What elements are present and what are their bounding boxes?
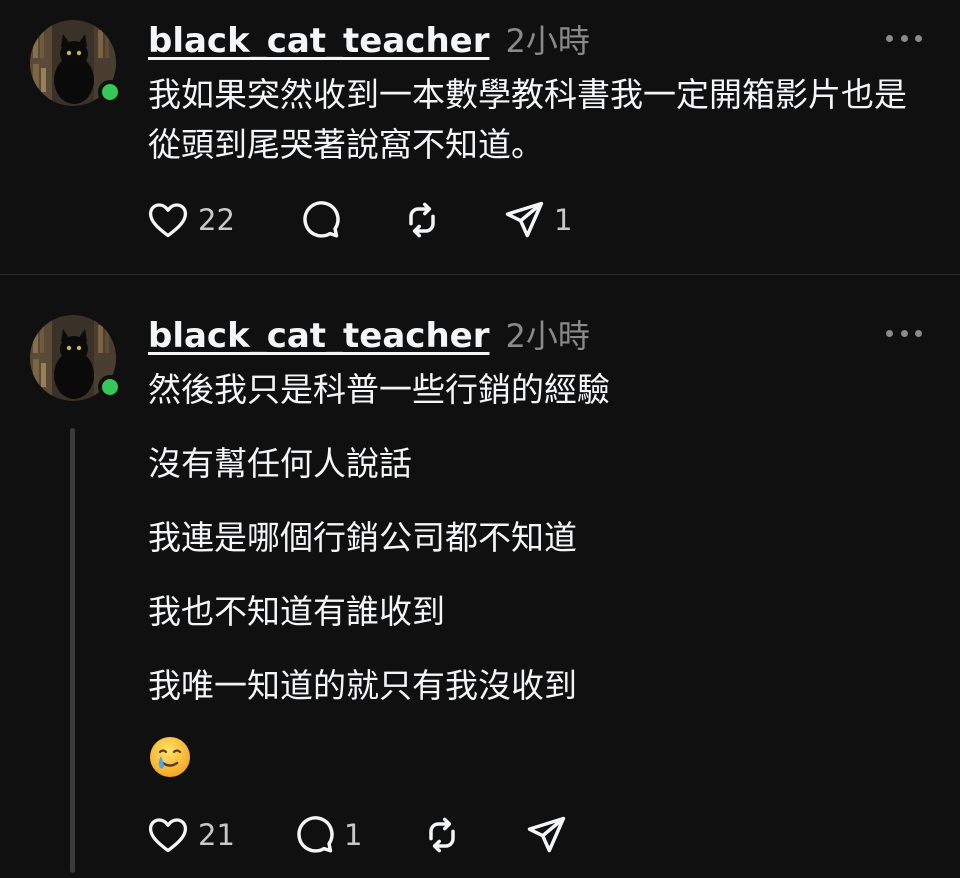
heart-icon (148, 818, 188, 853)
more-icon[interactable] (886, 323, 922, 343)
post-text: 我如果突然收到一本數學教科書我一定開箱影片也是從頭到尾哭著說窩不知道。 (148, 75, 907, 164)
online-status-indicator (98, 375, 122, 399)
timestamp: 2小時 (505, 22, 590, 60)
like-button[interactable]: 22 (146, 198, 298, 242)
repost-icon (409, 202, 435, 238)
more-icon[interactable] (886, 28, 922, 48)
post-text-line: 我連是哪個行銷公司都不知道 (148, 518, 577, 557)
thread-line (70, 428, 75, 873)
post-header: black_cat_teacher 2小時 (148, 16, 590, 61)
repost-button[interactable] (420, 813, 524, 857)
post-body: 我如果突然收到一本數學教科書我一定開箱影片也是從頭到尾哭著說窩不知道。 (148, 70, 928, 194)
comment-count: 1 (344, 818, 363, 852)
comment-button[interactable]: 1 (292, 813, 420, 857)
share-count: 1 (554, 203, 573, 237)
post-text-line: 然後我只是科普一些行銷的經驗 (148, 370, 610, 409)
action-bar: 22 1 (146, 198, 572, 242)
post-text-line: 我也不知道有誰收到 (148, 592, 445, 631)
online-status-indicator (98, 80, 122, 104)
comment-button[interactable] (298, 198, 400, 242)
heart-icon (148, 203, 188, 238)
avatar[interactable] (30, 315, 122, 401)
share-icon (505, 201, 544, 238)
action-bar: 21 1 (146, 813, 568, 857)
share-button[interactable]: 1 (502, 198, 572, 242)
comment-icon (297, 816, 334, 853)
comment-icon (303, 201, 340, 238)
thread-post: black_cat_teacher 2小時 然後我只是科普一些行銷的經驗 沒有幫… (0, 275, 960, 878)
like-count: 21 (198, 818, 235, 852)
post-text-line: 沒有幫任何人說話 (148, 444, 412, 483)
post-header: black_cat_teacher 2小時 (148, 311, 590, 356)
repost-icon (429, 817, 455, 853)
timestamp: 2小時 (505, 317, 590, 355)
share-icon (527, 816, 566, 853)
avatar[interactable] (30, 20, 122, 106)
like-button[interactable]: 21 (146, 813, 292, 857)
repost-button[interactable] (400, 198, 502, 242)
share-button[interactable] (524, 813, 568, 857)
smiling-face-with-tear-icon (150, 737, 190, 777)
username-link[interactable]: black_cat_teacher (148, 316, 490, 356)
thread-post: black_cat_teacher 2小時 我如果突然收到一本數學教科書我一定開… (0, 0, 960, 275)
username-link[interactable]: black_cat_teacher (148, 21, 490, 61)
post-text-line: 我唯一知道的就只有我沒收到 (148, 666, 577, 705)
like-count: 22 (198, 203, 235, 237)
post-body: 然後我只是科普一些行銷的經驗 沒有幫任何人說話 我連是哪個行銷公司都不知道 我也… (148, 365, 928, 779)
